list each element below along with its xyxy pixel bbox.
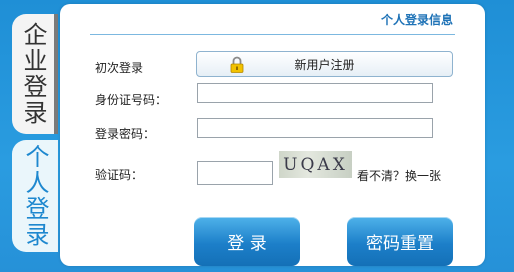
id-number-input[interactable] — [197, 83, 433, 103]
tab-personal-label: 个人登录 — [21, 144, 49, 248]
password-label: 登录密码： — [95, 127, 156, 141]
password-input[interactable] — [197, 118, 433, 138]
lock-icon — [230, 56, 244, 73]
register-button[interactable]: 新用户注册 — [196, 51, 453, 77]
refresh-captcha-link[interactable]: 看不清？换一张 — [357, 167, 441, 184]
first-login-label: 初次登录 — [95, 61, 144, 75]
tab-company-login[interactable]: 企业登录 — [12, 14, 58, 134]
panel-title: 个人登录信息 — [380, 13, 453, 27]
login-panel: 个人登录信息 初次登录 新用户注册 身份证号码： 登录密码： 验证码： UQAX… — [60, 4, 485, 266]
captcha-label: 验证码： — [95, 168, 144, 182]
register-button-label: 新用户注册 — [294, 57, 355, 72]
captcha-image[interactable]: UQAX — [279, 151, 352, 178]
tab-company-label: 企业登录 — [19, 22, 47, 126]
login-button[interactable]: 登 录 — [194, 217, 300, 266]
id-number-label: 身份证号码： — [95, 93, 168, 107]
reset-password-button[interactable]: 密码重置 — [347, 217, 453, 266]
tab-personal-login[interactable]: 个人登录 — [12, 140, 58, 252]
captcha-input[interactable] — [197, 161, 273, 185]
title-divider — [90, 34, 455, 35]
